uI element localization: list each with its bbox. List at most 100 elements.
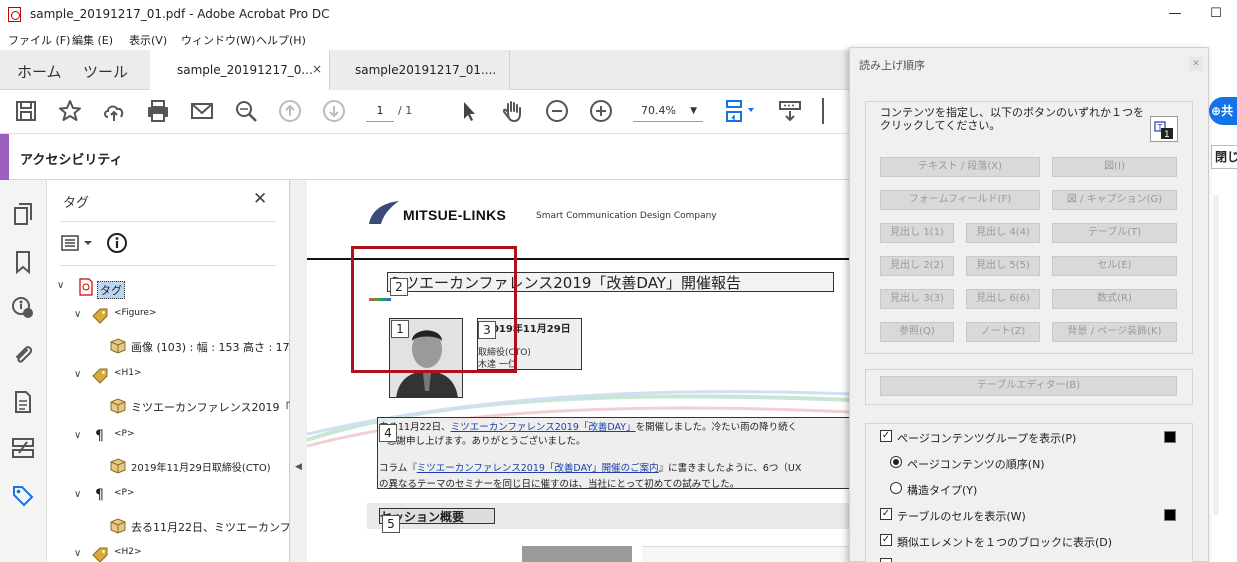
menu-help[interactable]: ヘルプ(H): [256, 32, 306, 48]
conference-link[interactable]: ミツエーカンファレンス2019「改善DAY」: [451, 422, 636, 433]
tree-row-content[interactable]: 画像 (103) : 幅 : 153 高さ : 170: [109, 336, 297, 356]
checkbox[interactable]: [880, 558, 892, 562]
heading-1-button[interactable]: 見出し 1(1): [880, 223, 954, 243]
tree-row-figure[interactable]: ∨ <Figure>: [74, 307, 282, 327]
logo-tagline: Smart Communication Design Company: [536, 211, 717, 221]
radio-button[interactable]: [890, 456, 902, 468]
menu-window[interactable]: ウィンドウ(W): [181, 32, 255, 48]
menu-file[interactable]: ファイル (F): [8, 32, 70, 48]
attachments-icon[interactable]: [11, 342, 35, 366]
show-table-cells-option[interactable]: ✓ テーブルのセルを表示(W): [880, 506, 1180, 524]
radio-button[interactable]: [890, 482, 902, 494]
table-button[interactable]: テーブル(T): [1052, 223, 1177, 243]
figure-button[interactable]: 図(I): [1052, 157, 1177, 177]
document-view[interactable]: MITSUE-LINKS Smart Communication Design …: [307, 180, 851, 562]
heading-5-button[interactable]: 見出し 5(5): [966, 256, 1040, 276]
info-icon[interactable]: [106, 232, 128, 254]
tree-row-content[interactable]: 2019年11月29日取締役(CTO): [109, 456, 289, 476]
menu-edit[interactable]: 編集 (E): [72, 32, 113, 48]
next-page-icon[interactable]: [321, 98, 347, 124]
heading-3-button[interactable]: 見出し 3(3): [880, 289, 954, 309]
tree-row-p[interactable]: ∨ ¶ <P>: [74, 487, 282, 507]
reference-button[interactable]: 参照(Q): [880, 322, 954, 342]
tree-row-h1[interactable]: ∨ <H1>: [74, 367, 282, 387]
show-content-groups-option[interactable]: ✓ ページコンテンツグループを表示(P): [880, 428, 1180, 446]
chevron-down-icon[interactable]: ∨: [74, 369, 81, 380]
share-button[interactable]: ⊕共: [1209, 97, 1237, 125]
content-icon[interactable]: [11, 390, 35, 414]
heading-6-button[interactable]: 見出し 6(6): [966, 289, 1040, 309]
similar-elements-option[interactable]: ✓ 類似エレメントを１つのブロックに表示(D): [880, 532, 1180, 550]
tab-document-1[interactable]: sample_20191217_0... ×: [150, 50, 330, 90]
checkbox[interactable]: ✓: [880, 534, 892, 546]
minimize-button[interactable]: —: [1167, 6, 1183, 22]
structure-type-option[interactable]: 構造タイプ(Y): [890, 480, 1180, 498]
options-menu-icon[interactable]: [61, 232, 95, 254]
scrollbar[interactable]: [1213, 195, 1219, 515]
heading-2-button[interactable]: 見出し 2(2): [880, 256, 954, 276]
tab-document-2[interactable]: sample20191217_01....: [330, 50, 510, 90]
bookmark-star-icon[interactable]: [57, 98, 83, 124]
scroll-mode-icon[interactable]: [777, 98, 803, 124]
heading-4-button[interactable]: 見出し 4(4): [966, 223, 1040, 243]
cell-button[interactable]: セル(E): [1052, 256, 1177, 276]
chevron-down-icon[interactable]: ∨: [74, 430, 81, 441]
accessibility-check-icon[interactable]: [11, 296, 35, 320]
tree-row-root[interactable]: ∨ タグ: [57, 278, 282, 299]
selection-rectangle[interactable]: [351, 246, 517, 373]
zoom-in-icon[interactable]: [588, 98, 614, 124]
note-button[interactable]: ノート(Z): [966, 322, 1040, 342]
page-total: / 1: [398, 104, 413, 117]
chevron-down-icon[interactable]: ∨: [74, 309, 81, 320]
save-icon[interactable]: [13, 98, 39, 124]
tree-row-h2[interactable]: ∨ <H2>: [74, 546, 282, 562]
color-swatch[interactable]: [1164, 431, 1176, 443]
chevron-down-icon[interactable]: ∨: [57, 280, 64, 291]
tree-row-content[interactable]: ミツエーカンファレンス2019「改善: [109, 396, 312, 416]
print-icon[interactable]: [145, 98, 171, 124]
zoom-out-icon[interactable]: [544, 98, 570, 124]
dialog-close-icon[interactable]: ✕: [1189, 57, 1203, 71]
tab-tools[interactable]: ツール: [83, 61, 128, 82]
tree-content-label: ミツエーカンファレンス2019「改善: [131, 401, 313, 414]
content-order-option[interactable]: ページコンテンツの順序(N): [890, 454, 1180, 472]
panel-splitter[interactable]: ◀: [290, 180, 307, 562]
menu-view[interactable]: 表示(V): [129, 32, 167, 48]
zoom-level-select[interactable]: 70.4% ▼: [633, 101, 703, 122]
color-swatch[interactable]: [1164, 509, 1176, 521]
chevron-down-icon[interactable]: ∨: [74, 548, 81, 559]
chevron-down-icon[interactable]: ∨: [74, 489, 81, 500]
tags-icon[interactable]: [11, 484, 35, 508]
email-icon[interactable]: [189, 98, 215, 124]
checkbox[interactable]: ✓: [880, 508, 892, 520]
session-image: [522, 546, 632, 562]
formula-button[interactable]: 数式(R): [1052, 289, 1177, 309]
collapse-panel-icon[interactable]: ◀: [295, 462, 302, 472]
page-fit-icon[interactable]: [722, 98, 756, 124]
checkbox[interactable]: ✓: [880, 430, 892, 442]
next-option-partial[interactable]: [880, 556, 1180, 562]
order-icon[interactable]: [11, 436, 35, 460]
hand-tool-icon[interactable]: [500, 98, 526, 124]
select-arrow-icon[interactable]: [456, 98, 482, 124]
page-thumbnails-icon[interactable]: [11, 202, 35, 226]
tab-home[interactable]: ホーム: [17, 61, 62, 82]
page-number-input[interactable]: 1: [366, 101, 394, 122]
maximize-button[interactable]: ☐: [1208, 6, 1224, 22]
table-editor-button[interactable]: テーブルエディター(B): [880, 376, 1177, 396]
search-icon[interactable]: [233, 98, 259, 124]
close-icon[interactable]: ✕: [253, 189, 267, 209]
column-link[interactable]: ミツエーカンファレンス2019「改善DAY」開催のご案内: [417, 463, 659, 474]
tree-row-p[interactable]: ∨ ¶ <P>: [74, 428, 282, 448]
form-field-button[interactable]: フォームフィールド(F): [880, 190, 1040, 210]
background-artifact-button[interactable]: 背景 / ページ装飾(K): [1052, 322, 1177, 342]
tree-row-content[interactable]: 去る11月22日、ミツエーカンファ: [109, 516, 302, 536]
close-button[interactable]: 閉じ: [1211, 145, 1237, 169]
close-tab-button[interactable]: ×: [312, 62, 322, 76]
bookmarks-icon[interactable]: [11, 250, 35, 275]
cloud-upload-icon[interactable]: [101, 98, 127, 124]
text-paragraph-button[interactable]: テキスト / 段落(X): [880, 157, 1040, 177]
previous-page-icon[interactable]: [277, 98, 303, 124]
order-tool-icon[interactable]: T1: [1150, 116, 1178, 142]
figure-caption-button[interactable]: 図 / キャプション(G): [1052, 190, 1177, 210]
